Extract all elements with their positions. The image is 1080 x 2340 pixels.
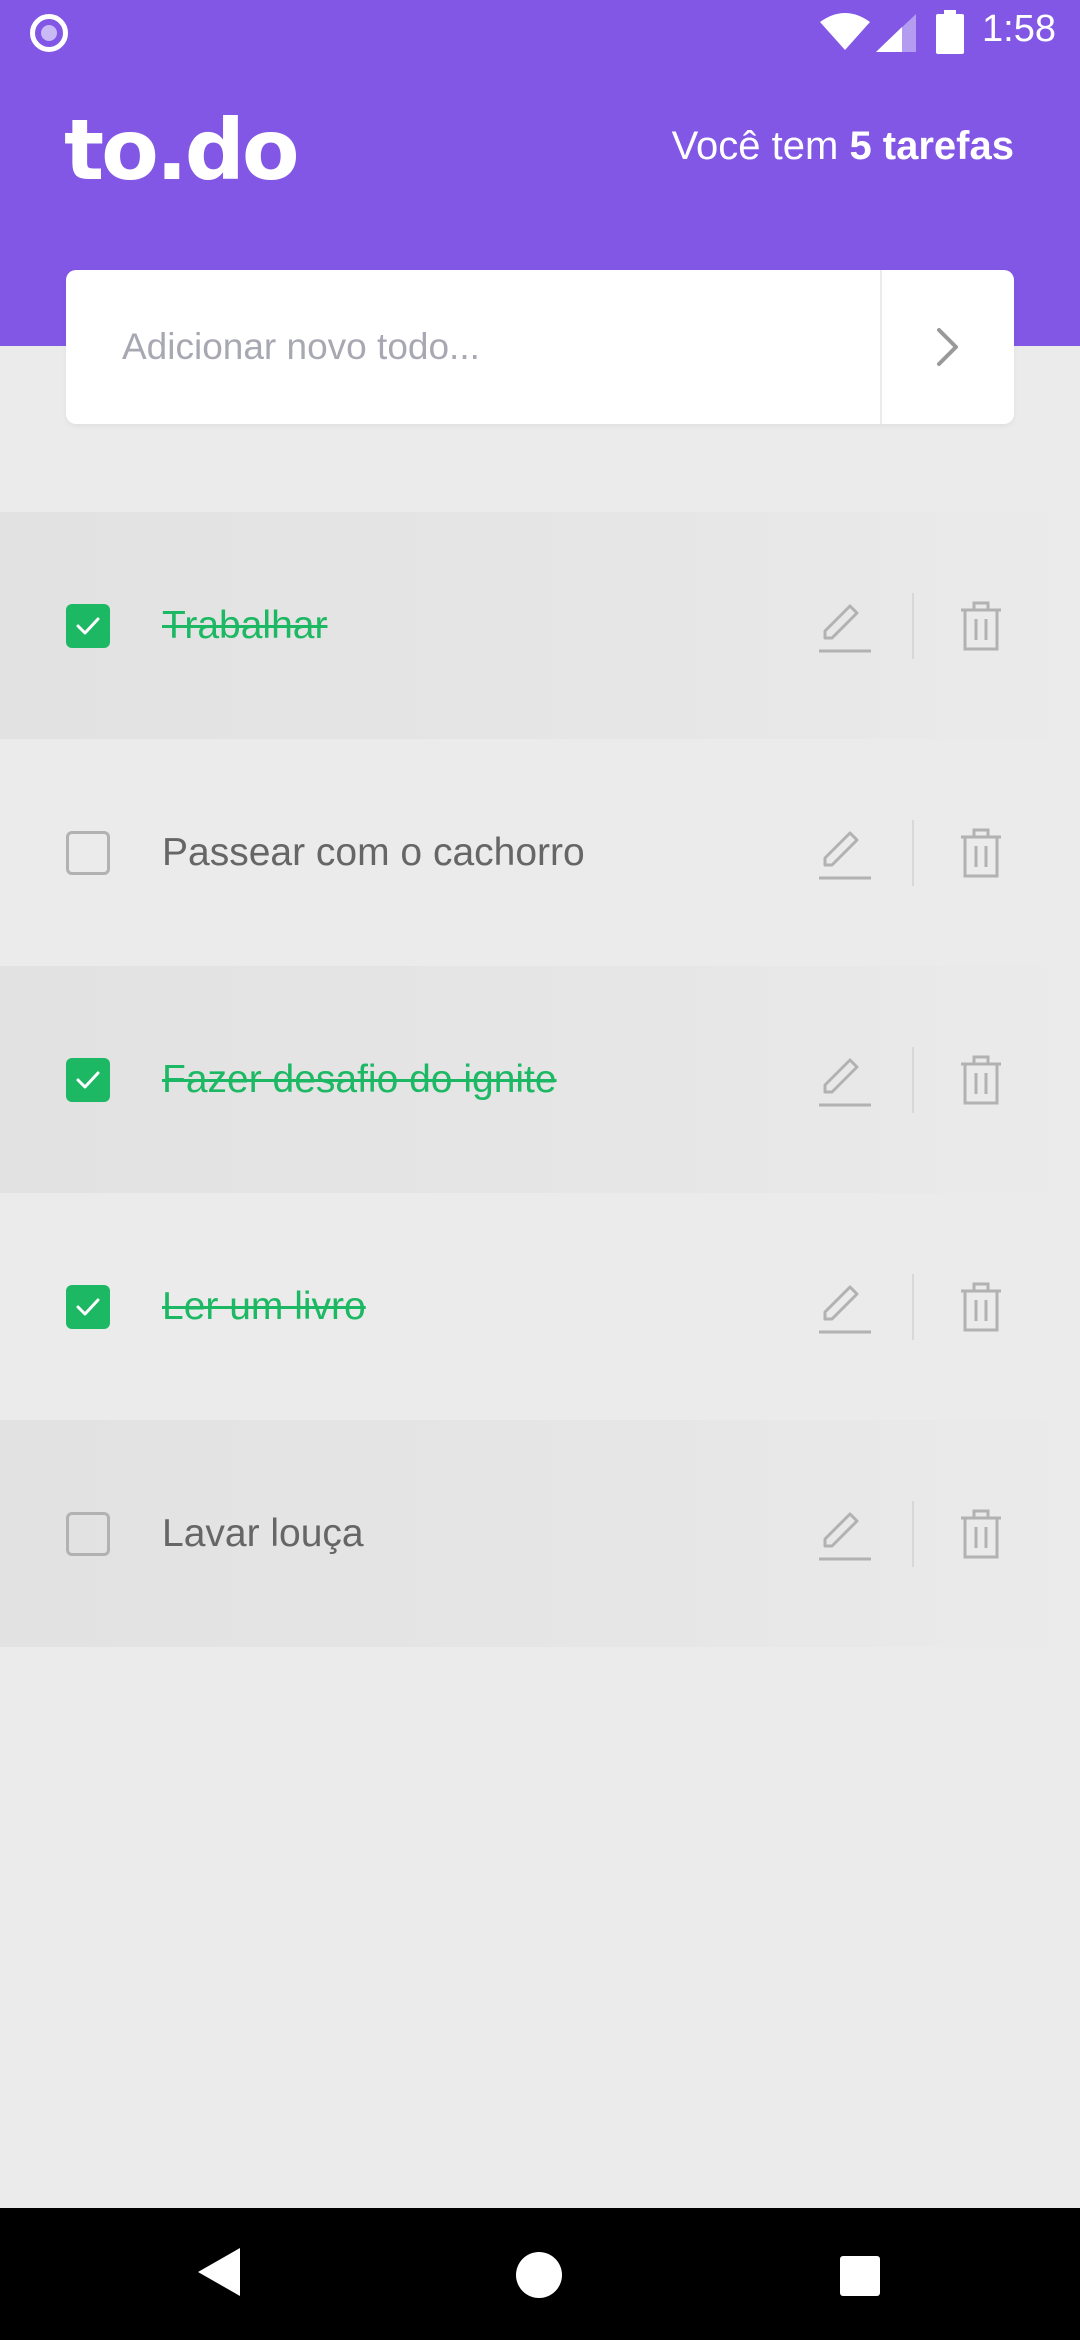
todo-checkbox[interactable] xyxy=(66,1057,110,1102)
system-nav-bar xyxy=(0,2208,1080,2340)
trash-icon xyxy=(961,1509,1001,1558)
todo-label[interactable]: Ler um livro xyxy=(162,1285,366,1329)
app-logo: to.do xyxy=(64,101,300,199)
todo-item: Fazer desafio do ignite xyxy=(0,966,1080,1193)
delete-button[interactable] xyxy=(950,820,1012,886)
add-todo-box xyxy=(66,270,1014,424)
trash-icon xyxy=(961,1055,1001,1104)
status-bar: 1:58 xyxy=(0,0,1080,66)
signal-icon xyxy=(876,14,916,52)
todo-item: Lavar louça xyxy=(0,1420,1080,1647)
task-count: Você tem 5 tarefas xyxy=(672,122,1014,170)
todo-label[interactable]: Passear com o cachorro xyxy=(162,831,585,875)
trash-icon xyxy=(961,601,1001,650)
status-time: 1:58 xyxy=(982,8,1056,50)
todo-item: Ler um livro xyxy=(0,1193,1080,1420)
check-icon xyxy=(76,1071,100,1088)
trash-icon xyxy=(961,828,1001,877)
pencil-icon xyxy=(819,1058,871,1106)
check-icon xyxy=(76,617,100,634)
back-icon[interactable] xyxy=(196,2246,242,2298)
task-count-value: 5 tarefas xyxy=(849,124,1014,168)
todo-checkbox[interactable] xyxy=(66,830,110,875)
add-todo-submit-button[interactable] xyxy=(880,270,1014,424)
action-divider xyxy=(912,1273,914,1340)
pencil-icon xyxy=(819,831,871,879)
todo-checkbox[interactable] xyxy=(66,1511,110,1556)
todo-label[interactable]: Fazer desafio do ignite xyxy=(162,1058,557,1102)
delete-button[interactable] xyxy=(950,593,1012,659)
todo-list: Trabalhar Passear com o cachorro Fazer d… xyxy=(0,512,1080,1647)
home-icon[interactable] xyxy=(516,2252,562,2298)
edit-button[interactable] xyxy=(812,1274,878,1340)
todo-checkbox[interactable] xyxy=(66,603,110,648)
task-count-prefix: Você tem xyxy=(671,124,850,168)
delete-button[interactable] xyxy=(950,1274,1012,1340)
edit-button[interactable] xyxy=(812,1501,878,1567)
todo-label[interactable]: Trabalhar xyxy=(162,604,327,648)
app-screen: 1:58 to.do Você tem 5 tarefas Trabalhar xyxy=(0,0,1080,2340)
pencil-icon xyxy=(819,1512,871,1560)
edit-button[interactable] xyxy=(812,1047,878,1113)
action-divider xyxy=(912,592,914,659)
pencil-icon xyxy=(819,604,871,652)
wifi-icon xyxy=(820,13,870,50)
edit-button[interactable] xyxy=(812,820,878,886)
battery-icon xyxy=(936,10,964,54)
trash-icon xyxy=(961,1282,1001,1331)
action-divider xyxy=(912,819,914,886)
todo-checkbox[interactable] xyxy=(66,1284,110,1329)
add-todo-input[interactable] xyxy=(66,270,880,424)
delete-button[interactable] xyxy=(950,1501,1012,1567)
action-divider xyxy=(912,1046,914,1113)
todo-item: Passear com o cachorro xyxy=(0,739,1080,966)
pencil-icon xyxy=(819,1285,871,1333)
check-icon xyxy=(76,1298,100,1315)
recent-apps-icon[interactable] xyxy=(840,2256,880,2296)
notification-icon xyxy=(30,14,68,52)
chevron-right-icon xyxy=(937,328,958,366)
edit-button[interactable] xyxy=(812,593,878,659)
action-divider xyxy=(912,1500,914,1567)
delete-button[interactable] xyxy=(950,1047,1012,1113)
todo-label[interactable]: Lavar louça xyxy=(162,1512,364,1556)
todo-item: Trabalhar xyxy=(0,512,1080,739)
